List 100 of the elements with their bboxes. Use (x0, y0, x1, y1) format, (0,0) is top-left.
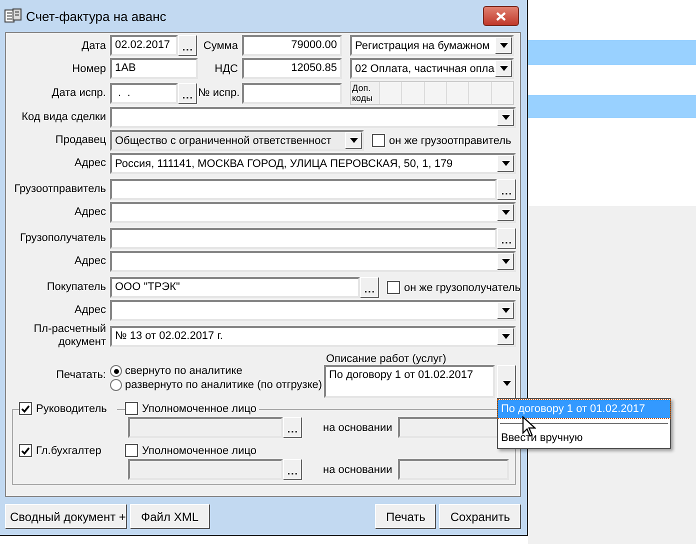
code-cell[interactable] (379, 82, 402, 104)
field-label: Адрес (74, 304, 107, 317)
code-cell[interactable] (490, 82, 513, 104)
operation-code-dropdown[interactable]: 02 Оплата, частичная опла (350, 58, 514, 79)
browse-button[interactable] (497, 228, 516, 249)
description-field[interactable]: По договору 1 от 01.02.2017 (324, 365, 495, 398)
field-label: Печатать: (55, 368, 107, 383)
down-arrow-icon (500, 43, 508, 48)
code-cell[interactable] (401, 82, 424, 104)
field-label: Адрес (74, 157, 107, 170)
vat-field[interactable]: 12050.85 (242, 58, 342, 79)
checkbox[interactable] (125, 444, 138, 457)
field-label: НДС (214, 62, 239, 74)
field-label: Адрес (74, 206, 107, 219)
code-cell[interactable] (468, 82, 491, 104)
checkbox-label: Руководитель (36, 402, 107, 414)
close-icon (496, 12, 506, 20)
dropdown-button[interactable] (497, 302, 514, 319)
down-arrow-icon (502, 334, 510, 338)
field-label: Дата (80, 40, 107, 52)
down-arrow-icon (502, 210, 510, 215)
field-label: Сумма (202, 40, 239, 52)
registration-dropdown[interactable]: Регистрация на бумажном (350, 35, 514, 56)
code-cell[interactable] (446, 82, 468, 104)
down-arrow-icon (502, 161, 510, 166)
dropdown-button[interactable] (495, 60, 512, 77)
field-label: Грузополучатель (18, 232, 107, 245)
down-arrow-icon (502, 380, 510, 386)
field-label: Номер (71, 62, 107, 74)
field-label: Грузоотправитель (13, 183, 107, 196)
combo-field[interactable] (110, 300, 516, 321)
dropdown-button[interactable] (497, 365, 516, 401)
field-label: Покупатель (46, 281, 107, 294)
dropdown-button[interactable] (497, 328, 514, 344)
toolbar-button[interactable]: Файл XML (130, 504, 210, 529)
dropdown-button[interactable] (495, 37, 512, 54)
checkbox[interactable] (372, 134, 385, 147)
field-label: Дата испр. (50, 87, 107, 99)
checkbox[interactable] (19, 444, 32, 457)
field-label: Описание работ (услуг) (325, 353, 448, 365)
checkbox[interactable] (387, 281, 400, 294)
radio-label: развернуто по аналитике (по отгрузке) (125, 379, 322, 391)
menu-item[interactable]: Ввести вручную (498, 429, 670, 447)
dropdown-button[interactable] (497, 109, 514, 126)
radio-button[interactable] (110, 379, 122, 391)
number-field[interactable]: 1АВ (110, 58, 198, 79)
amount-field[interactable]: 79000.00 (242, 35, 342, 56)
combo-field[interactable]: Общество с ограниченной ответственност (110, 130, 364, 151)
radio-label: свернуто по аналитике (125, 365, 242, 377)
browse-button[interactable] (360, 277, 379, 298)
browse-button[interactable] (283, 417, 302, 438)
checkbox-label: Уполномоченное лицо (142, 444, 257, 456)
down-arrow-icon (502, 259, 510, 264)
combo-field[interactable] (110, 107, 516, 128)
code-cell[interactable] (424, 82, 446, 104)
lookup-field[interactable]: ООО "ТРЭК" (110, 277, 360, 298)
window-title: Счет-фактура на аванс (26, 8, 168, 24)
extra-codes-label: Доп. коды (351, 82, 374, 104)
dropdown-button[interactable] (497, 204, 514, 221)
field-label: Код вида сделки (20, 111, 107, 124)
action-button[interactable]: Сохранить (439, 504, 521, 529)
radio-button[interactable] (110, 365, 122, 377)
browse-button[interactable] (178, 82, 197, 104)
correction-number-field[interactable] (242, 82, 342, 104)
down-arrow-icon (350, 138, 358, 143)
field-label: Пл-расчетный документ (32, 323, 107, 349)
field-label: на основании (323, 422, 394, 434)
checkbox[interactable] (19, 402, 32, 415)
date-field[interactable]: 02.02.2017 (110, 35, 178, 56)
dropdown-button[interactable] (497, 253, 514, 270)
document-icon (4, 8, 22, 24)
checkbox-label: он же грузоотправитель (389, 134, 512, 146)
combo-field[interactable] (110, 251, 516, 272)
checkbox-label: Гл.бухгалтер (36, 444, 102, 456)
down-arrow-icon (502, 308, 510, 313)
down-arrow-icon (502, 115, 510, 120)
checkbox-label: Уполномоченное лицо (142, 402, 257, 414)
lookup-field[interactable] (110, 179, 497, 200)
field-label: на основании (323, 464, 394, 476)
combo-field[interactable]: № 13 от 02.02.2017 г. (110, 326, 516, 346)
browse-button[interactable] (178, 35, 197, 56)
dropdown-button[interactable] (497, 155, 514, 172)
basis-field[interactable] (398, 459, 509, 480)
person-field[interactable] (128, 417, 283, 438)
checkbox-label: он же грузополучатель (404, 282, 520, 294)
combo-field[interactable] (110, 202, 516, 223)
browse-button[interactable] (497, 179, 516, 200)
checkbox[interactable] (125, 402, 138, 415)
close-button[interactable] (483, 6, 519, 26)
browse-button[interactable] (283, 459, 302, 480)
date-field[interactable]: . . (110, 82, 178, 104)
combo-field[interactable]: Россия, 111141, МОСКВА ГОРОД, УЛИЦА ПЕРОВСКАЯ, 50, 1, 179 (110, 153, 516, 174)
field-label: Адрес (74, 255, 107, 268)
action-button[interactable]: Печать (375, 504, 436, 529)
person-field[interactable] (128, 459, 283, 480)
lookup-field[interactable] (110, 228, 497, 249)
toolbar-button[interactable]: Сводный документ + (5, 504, 127, 529)
field-label: Продавец (54, 134, 107, 147)
field-label: № испр. (198, 87, 241, 99)
dropdown-button[interactable] (345, 132, 362, 149)
